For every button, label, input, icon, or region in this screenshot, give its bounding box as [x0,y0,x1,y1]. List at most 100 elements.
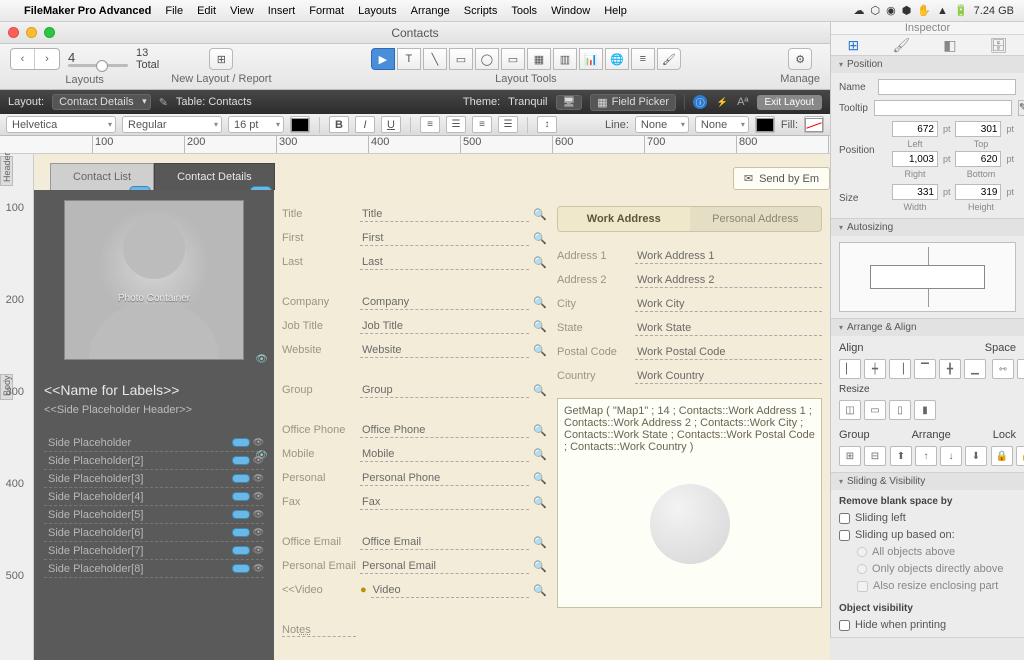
field-country[interactable]: Work Country [635,369,822,384]
menu-window[interactable]: Window [551,5,590,17]
hide-printing-checkbox[interactable]: Hide when printing [839,619,1016,631]
send-back[interactable]: ⬇ [965,446,987,466]
lock-button[interactable]: 🔒 [991,446,1013,466]
align-justify-button[interactable]: ☰ [498,116,518,133]
layout-canvas[interactable]: Contact List Contact Details ✉ Send by E… [34,154,830,660]
close-window-button[interactable] [8,27,19,38]
field-fax[interactable]: Fax [360,495,529,510]
align-center-h[interactable]: ┿ [864,359,886,379]
align-right-edges[interactable]: ▕ [889,359,911,379]
prev-record-icon[interactable]: ‹ [11,49,35,69]
field-picker-button[interactable]: ▦Field Picker [590,94,676,111]
resize-smallest-w[interactable]: ◫ [839,400,861,420]
field-group[interactable]: Group [360,383,529,398]
italic-button[interactable]: I [355,116,375,133]
lookup-icon[interactable]: 🔍 [533,296,547,309]
bold-button[interactable]: B [329,116,349,133]
exit-layout-button[interactable]: Exit Layout [757,95,822,110]
field-first[interactable]: First [360,231,529,246]
section-autosizing-header[interactable]: Autosizing [831,219,1024,236]
distribute-v[interactable]: ⇳ [1017,359,1024,379]
field-address2[interactable]: Work Address 2 [635,273,822,288]
distribute-h[interactable]: ⇿ [992,359,1014,379]
field-personalemail[interactable]: Personal Email [360,559,529,574]
menu-edit[interactable]: Edit [197,5,216,17]
tab-contact-details[interactable]: Contact Details [154,163,275,190]
video-icon[interactable]: ● [360,584,367,596]
section-position-header[interactable]: Position [831,56,1024,73]
menu-arrange[interactable]: Arrange [411,5,450,17]
record-nav-buttons[interactable]: ‹ › [10,48,60,70]
minimize-window-button[interactable] [26,27,37,38]
manage-button[interactable]: ⚙ [788,48,812,70]
lookup-icon[interactable]: 🔍 [533,536,547,549]
line-color-swatch[interactable] [755,116,775,133]
pos-top-input[interactable] [955,121,1001,137]
tab-contact-list[interactable]: Contact List [50,163,154,190]
send-backward[interactable]: ↓ [940,446,962,466]
list-item[interactable]: Side Placeholder[4]👁 [44,488,264,506]
layout-picker[interactable]: Contact Details [52,94,151,110]
resize-largest-w[interactable]: ▭ [864,400,886,420]
align-right-button[interactable]: ≡ [472,116,492,133]
zoom-window-button[interactable] [44,27,55,38]
menu-tools[interactable]: Tools [511,5,537,17]
line-tool[interactable]: ╲ [423,48,447,70]
lookup-icon[interactable]: 🔍 [533,584,547,597]
inspector-tab-data[interactable]: 🗄 [990,37,1008,54]
button-tool[interactable]: ▦ [527,48,551,70]
font-style-selector[interactable]: Regular [122,116,222,133]
menu-scripts[interactable]: Scripts [464,5,498,17]
section-arrange-header[interactable]: Arrange & Align [831,319,1024,336]
header-part-label[interactable]: Header [0,156,13,186]
underline-button[interactable]: U [381,116,401,133]
font-size-selector[interactable]: 16 pt [228,116,284,133]
lookup-icon[interactable]: 🔍 [533,208,547,221]
list-item[interactable]: Side Placeholder👁 [44,434,264,452]
ungroup-button[interactable]: ⊟ [864,446,886,466]
size-width-input[interactable] [892,184,938,200]
unlock-button[interactable]: 🔓 [1016,446,1024,466]
fill-swatch[interactable] [804,116,824,133]
screen-type-icon[interactable]: 🖥 [556,95,583,110]
list-item[interactable]: Side Placeholder[6]👁 [44,524,264,542]
selection-tool[interactable]: ▶ [371,48,395,70]
lookup-icon[interactable]: 🔍 [533,472,547,485]
line-style-selector[interactable]: None [635,116,689,133]
lookup-icon[interactable]: 🔍 [533,344,547,357]
record-slider[interactable] [68,64,128,67]
lookup-icon[interactable]: 🔍 [533,232,547,245]
line-spacing-button[interactable]: ↕ [537,116,557,133]
field-jobtitle[interactable]: Job Title [360,319,529,334]
lookup-icon[interactable]: 🔍 [533,424,547,437]
align-left-edges[interactable]: ▏ [839,359,861,379]
menu-file[interactable]: File [165,5,183,17]
app-name[interactable]: FileMaker Pro Advanced [24,5,151,17]
map-webviewer[interactable]: GetMap ( "Map1" ; 14 ; Contacts::Work Ad… [557,398,822,608]
pos-bottom-input[interactable] [955,151,1001,167]
align-center-v[interactable]: ╋ [939,359,961,379]
name-label-field[interactable]: <<Name for Labels>> [44,382,264,398]
resize-largest-h[interactable]: ▮ [914,400,936,420]
list-item[interactable]: Side Placeholder[8]👁 [44,560,264,578]
list-item[interactable]: Side Placeholder[7]👁 [44,542,264,560]
lookup-icon[interactable]: 🔍 [533,320,547,333]
pos-left-input[interactable] [892,121,938,137]
tooltip-edit-icon[interactable]: ✎ [1018,100,1024,116]
inspector-tab-appearance[interactable]: 🖌 [892,37,910,54]
tab-personal-address[interactable]: Personal Address [690,207,822,231]
bring-forward[interactable]: ↑ [915,446,937,466]
field-website[interactable]: Website [360,343,529,358]
side-placeholder-header[interactable]: <<Side Placeholder Header>> [44,404,264,416]
inspector-tab-position[interactable]: ⊞ [848,37,860,54]
field-officephone[interactable]: Office Phone [360,423,529,438]
aa-format-icon[interactable]: Aª [737,96,748,108]
resize-smallest-h[interactable]: ▯ [889,400,911,420]
object-name-input[interactable] [878,79,1016,95]
send-email-button[interactable]: ✉ Send by Em [733,167,830,190]
list-item[interactable]: Side Placeholder[3]👁 [44,470,264,488]
lookup-icon[interactable]: 🔍 [533,448,547,461]
align-left-button[interactable]: ≡ [420,116,440,133]
inspector-tab-styles[interactable]: ◧ [943,37,956,54]
text-tool[interactable]: T [397,48,421,70]
